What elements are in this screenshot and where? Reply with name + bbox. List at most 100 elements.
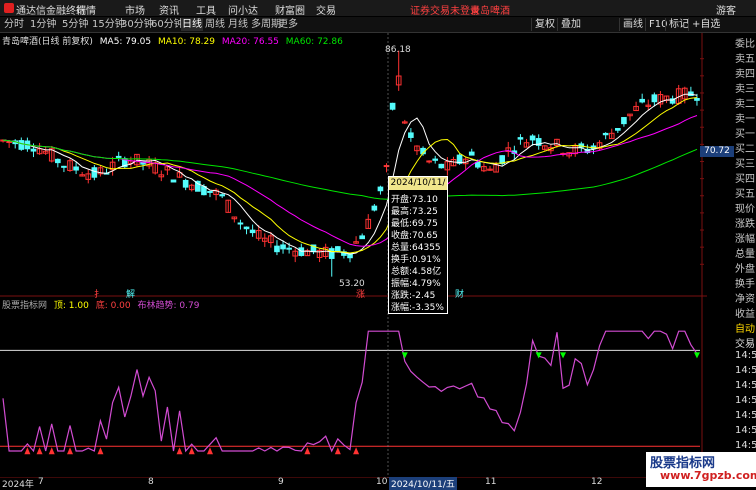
event-mark-2[interactable]: 解 xyxy=(126,287,135,300)
x-label-12: 12 xyxy=(591,477,603,487)
period-more[interactable]: 更多 xyxy=(277,18,299,31)
guest-label[interactable]: 游客 xyxy=(716,2,736,17)
candle-body xyxy=(55,158,61,164)
candle-body xyxy=(602,132,609,136)
period-month[interactable]: 月线 xyxy=(227,18,249,31)
candle-body xyxy=(249,229,256,234)
period-timeshare[interactable]: 分时 xyxy=(3,18,25,31)
buy-signal-arrow xyxy=(36,447,43,455)
side-panel-item[interactable]: 涨幅 xyxy=(735,230,756,245)
side-panel-item[interactable]: 总量 xyxy=(735,245,756,260)
period-60min[interactable]: 60分钟 xyxy=(150,18,185,31)
side-panel-item[interactable]: 14:50 xyxy=(735,350,756,361)
side-panel-item[interactable]: 涨跌 xyxy=(735,215,756,230)
side-panel-item[interactable]: 收益 xyxy=(735,305,756,320)
side-panel-item[interactable]: 交易 xyxy=(735,335,756,350)
menu-wealth[interactable]: 财富圈 xyxy=(275,2,305,17)
side-panel-item[interactable]: 买四 xyxy=(735,170,756,185)
buy-signal-arrow xyxy=(207,447,213,455)
indicator-bottom: 底: 0.00 xyxy=(95,301,131,311)
candle-body xyxy=(274,245,280,253)
period-1min[interactable]: 1分钟 xyxy=(29,18,57,31)
side-panel-item[interactable]: 净资 xyxy=(735,290,756,305)
period-day[interactable]: 日线 xyxy=(181,18,203,31)
watermark: 股票指标网 www.7gpzb.com xyxy=(646,452,756,487)
candle-body xyxy=(335,246,341,253)
candle-body xyxy=(517,137,524,140)
candle-body xyxy=(468,151,475,156)
side-panel-item[interactable]: 卖三 xyxy=(735,80,756,95)
indicator-name: 股票指标网 xyxy=(2,301,48,311)
buy-signal-arrow xyxy=(176,447,183,455)
overlay-button[interactable]: 叠加 xyxy=(557,18,584,31)
candle-body xyxy=(30,148,37,152)
draw-line-button[interactable]: 画线 xyxy=(619,18,646,31)
candle-body xyxy=(694,97,700,101)
candle-body xyxy=(280,244,286,250)
sell-signal-arrow xyxy=(535,352,542,359)
candle-body xyxy=(615,128,621,131)
side-panel-item[interactable]: 14:50 xyxy=(735,365,756,376)
menu-ask[interactable]: 问小达 xyxy=(228,2,258,17)
side-panel-item[interactable]: 自动 xyxy=(735,320,756,335)
candle-body xyxy=(91,167,98,178)
side-panel-item[interactable]: 卖五 xyxy=(735,50,756,65)
x-cursor-date: 2024/10/11/五 xyxy=(389,477,457,490)
side-panel-item[interactable]: 换手 xyxy=(735,275,756,290)
period-5min[interactable]: 5分钟 xyxy=(61,18,89,31)
period-week[interactable]: 周线 xyxy=(204,18,226,31)
buy-signal-arrow xyxy=(334,447,341,455)
side-panel-item[interactable]: 卖四 xyxy=(735,65,756,80)
menu-quotes[interactable]: 行情 xyxy=(76,2,96,17)
stock-name: 青岛啤酒(日线 前复权) xyxy=(2,37,93,47)
x-label-9: 9 xyxy=(278,477,284,487)
side-panel-item[interactable]: 委比 xyxy=(735,35,756,50)
menu-market[interactable]: 市场 xyxy=(125,2,145,17)
side-panel-item[interactable]: 外盘 xyxy=(735,260,756,275)
ma10-line xyxy=(2,97,698,254)
candle-body xyxy=(438,163,445,169)
candle-body xyxy=(408,132,414,138)
restore-button[interactable]: 复权 xyxy=(531,18,558,31)
indicator-top: 顶: 1.00 xyxy=(53,301,89,311)
side-panel-item[interactable]: 14:50 xyxy=(735,410,756,421)
buy-signal-arrow xyxy=(67,447,73,455)
buy-signal-arrow xyxy=(24,447,31,455)
candle-body xyxy=(389,102,396,110)
menu-tools[interactable]: 工具 xyxy=(196,2,216,17)
side-panel-item[interactable]: 14:50 xyxy=(735,380,756,391)
candle-body xyxy=(651,94,658,103)
y-axis-ticks: 85.0082.5080.0077.5075.0072.5070.0067.50… xyxy=(700,58,704,265)
side-panel-item[interactable]: 买五 xyxy=(735,185,756,200)
event-mark-4[interactable]: 财 xyxy=(455,287,464,300)
event-mark-3[interactable]: 涨 xyxy=(356,287,365,300)
side-panel-item[interactable]: 卖二 xyxy=(735,95,756,110)
candle-body xyxy=(377,186,384,192)
candle-body xyxy=(475,161,481,168)
side-panel-item[interactable]: 买一 xyxy=(735,125,756,140)
side-panel-item[interactable]: 现价 xyxy=(735,200,756,215)
ma20-line xyxy=(2,115,698,247)
add-watchlist-button[interactable]: +自选 xyxy=(688,18,723,31)
sell-signal-arrow xyxy=(693,352,700,359)
candle-body xyxy=(73,166,79,171)
side-panel-item[interactable]: 14:50 xyxy=(735,440,756,451)
side-panel-item[interactable]: 14:50 xyxy=(735,395,756,406)
side-panel-item[interactable]: 14:50 xyxy=(735,425,756,436)
buy-signal-arrow xyxy=(353,447,360,455)
candle-tooltip: 2024/10/11/五 开盘:73.10 最高:73.25 最低:69.75 … xyxy=(388,176,448,314)
title-bar: 通达信金融终端 行情 市场 资讯 工具 问小达 财富圈 交易 证券交易未登录 青… xyxy=(0,0,756,17)
kline-chart[interactable]: 85.0082.5080.0077.5075.0072.5070.0067.50… xyxy=(0,33,707,478)
side-panel-item[interactable]: 买二 xyxy=(735,140,756,155)
indicator-line xyxy=(2,330,698,453)
candle-body xyxy=(359,235,365,240)
menu-news[interactable]: 资讯 xyxy=(159,2,179,17)
x-label-10: 10 xyxy=(376,477,388,487)
candlesticks xyxy=(0,50,700,277)
side-panel-item[interactable]: 卖一 xyxy=(735,110,756,125)
candle-body xyxy=(426,160,432,163)
event-mark-1[interactable]: 扌 xyxy=(94,287,103,300)
side-panel-item[interactable]: 买三 xyxy=(735,155,756,170)
watermark-url: www.7gpzb.com xyxy=(660,469,756,482)
menu-trade[interactable]: 交易 xyxy=(316,2,336,17)
